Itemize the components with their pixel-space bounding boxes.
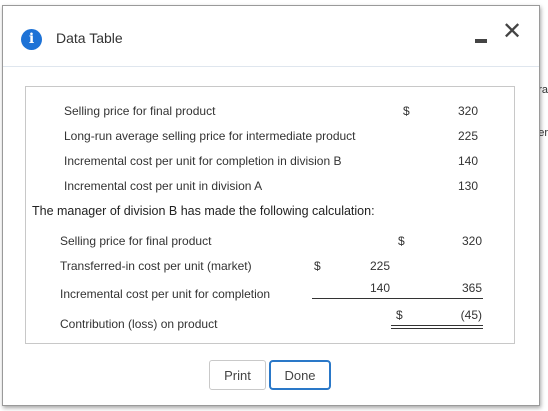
table-cell-value: 225 <box>369 259 390 273</box>
currency-symbol: $ <box>403 104 410 118</box>
table-row-label: Long-run average selling price for inter… <box>64 129 356 143</box>
done-button[interactable]: Done <box>269 360 331 390</box>
table-cell-value: 140 <box>369 281 390 295</box>
minimize-icon[interactable] <box>475 39 487 43</box>
print-button[interactable]: Print <box>209 360 266 390</box>
currency-symbol: $ <box>314 259 321 273</box>
table-row-label: Incremental cost per unit in division A <box>64 179 263 193</box>
data-table-dialog: i Data Table ✕ Selling price for final p… <box>2 5 540 406</box>
table-cell-value: 320 <box>457 104 478 118</box>
dialog-titlebar: i Data Table ✕ <box>3 6 539 67</box>
table-row-label: Incremental cost per unit for completion… <box>64 154 342 168</box>
table-row-label: Transferred-in cost per unit (market) <box>60 259 252 273</box>
double-underline-top <box>391 325 483 326</box>
underline <box>312 298 391 299</box>
double-underline-bottom <box>391 328 483 329</box>
table-row-label: Contribution (loss) on product <box>60 317 218 331</box>
table-cell-value: 130 <box>457 179 478 193</box>
table-cell-value: 320 <box>461 234 482 248</box>
underline <box>391 298 483 299</box>
table-cell-value: 365 <box>461 281 482 295</box>
currency-symbol: $ <box>398 234 405 248</box>
info-icon: i <box>21 29 42 50</box>
table-row-label: Selling price for final product <box>60 234 212 248</box>
table-cell-value: (45) <box>460 308 482 322</box>
dialog-title: Data Table <box>56 30 123 46</box>
close-icon[interactable]: ✕ <box>501 19 523 43</box>
table-row-label: Incremental cost per unit for completion <box>60 287 271 301</box>
data-table-panel: Selling price for final product $ 320 Lo… <box>25 86 515 344</box>
table-cell-value: 140 <box>457 154 478 168</box>
table-row-label: Selling price for final product <box>64 104 216 118</box>
table-cell-value: 225 <box>457 129 478 143</box>
currency-symbol: $ <box>396 308 403 322</box>
calculation-note: The manager of division B has made the f… <box>32 204 375 218</box>
